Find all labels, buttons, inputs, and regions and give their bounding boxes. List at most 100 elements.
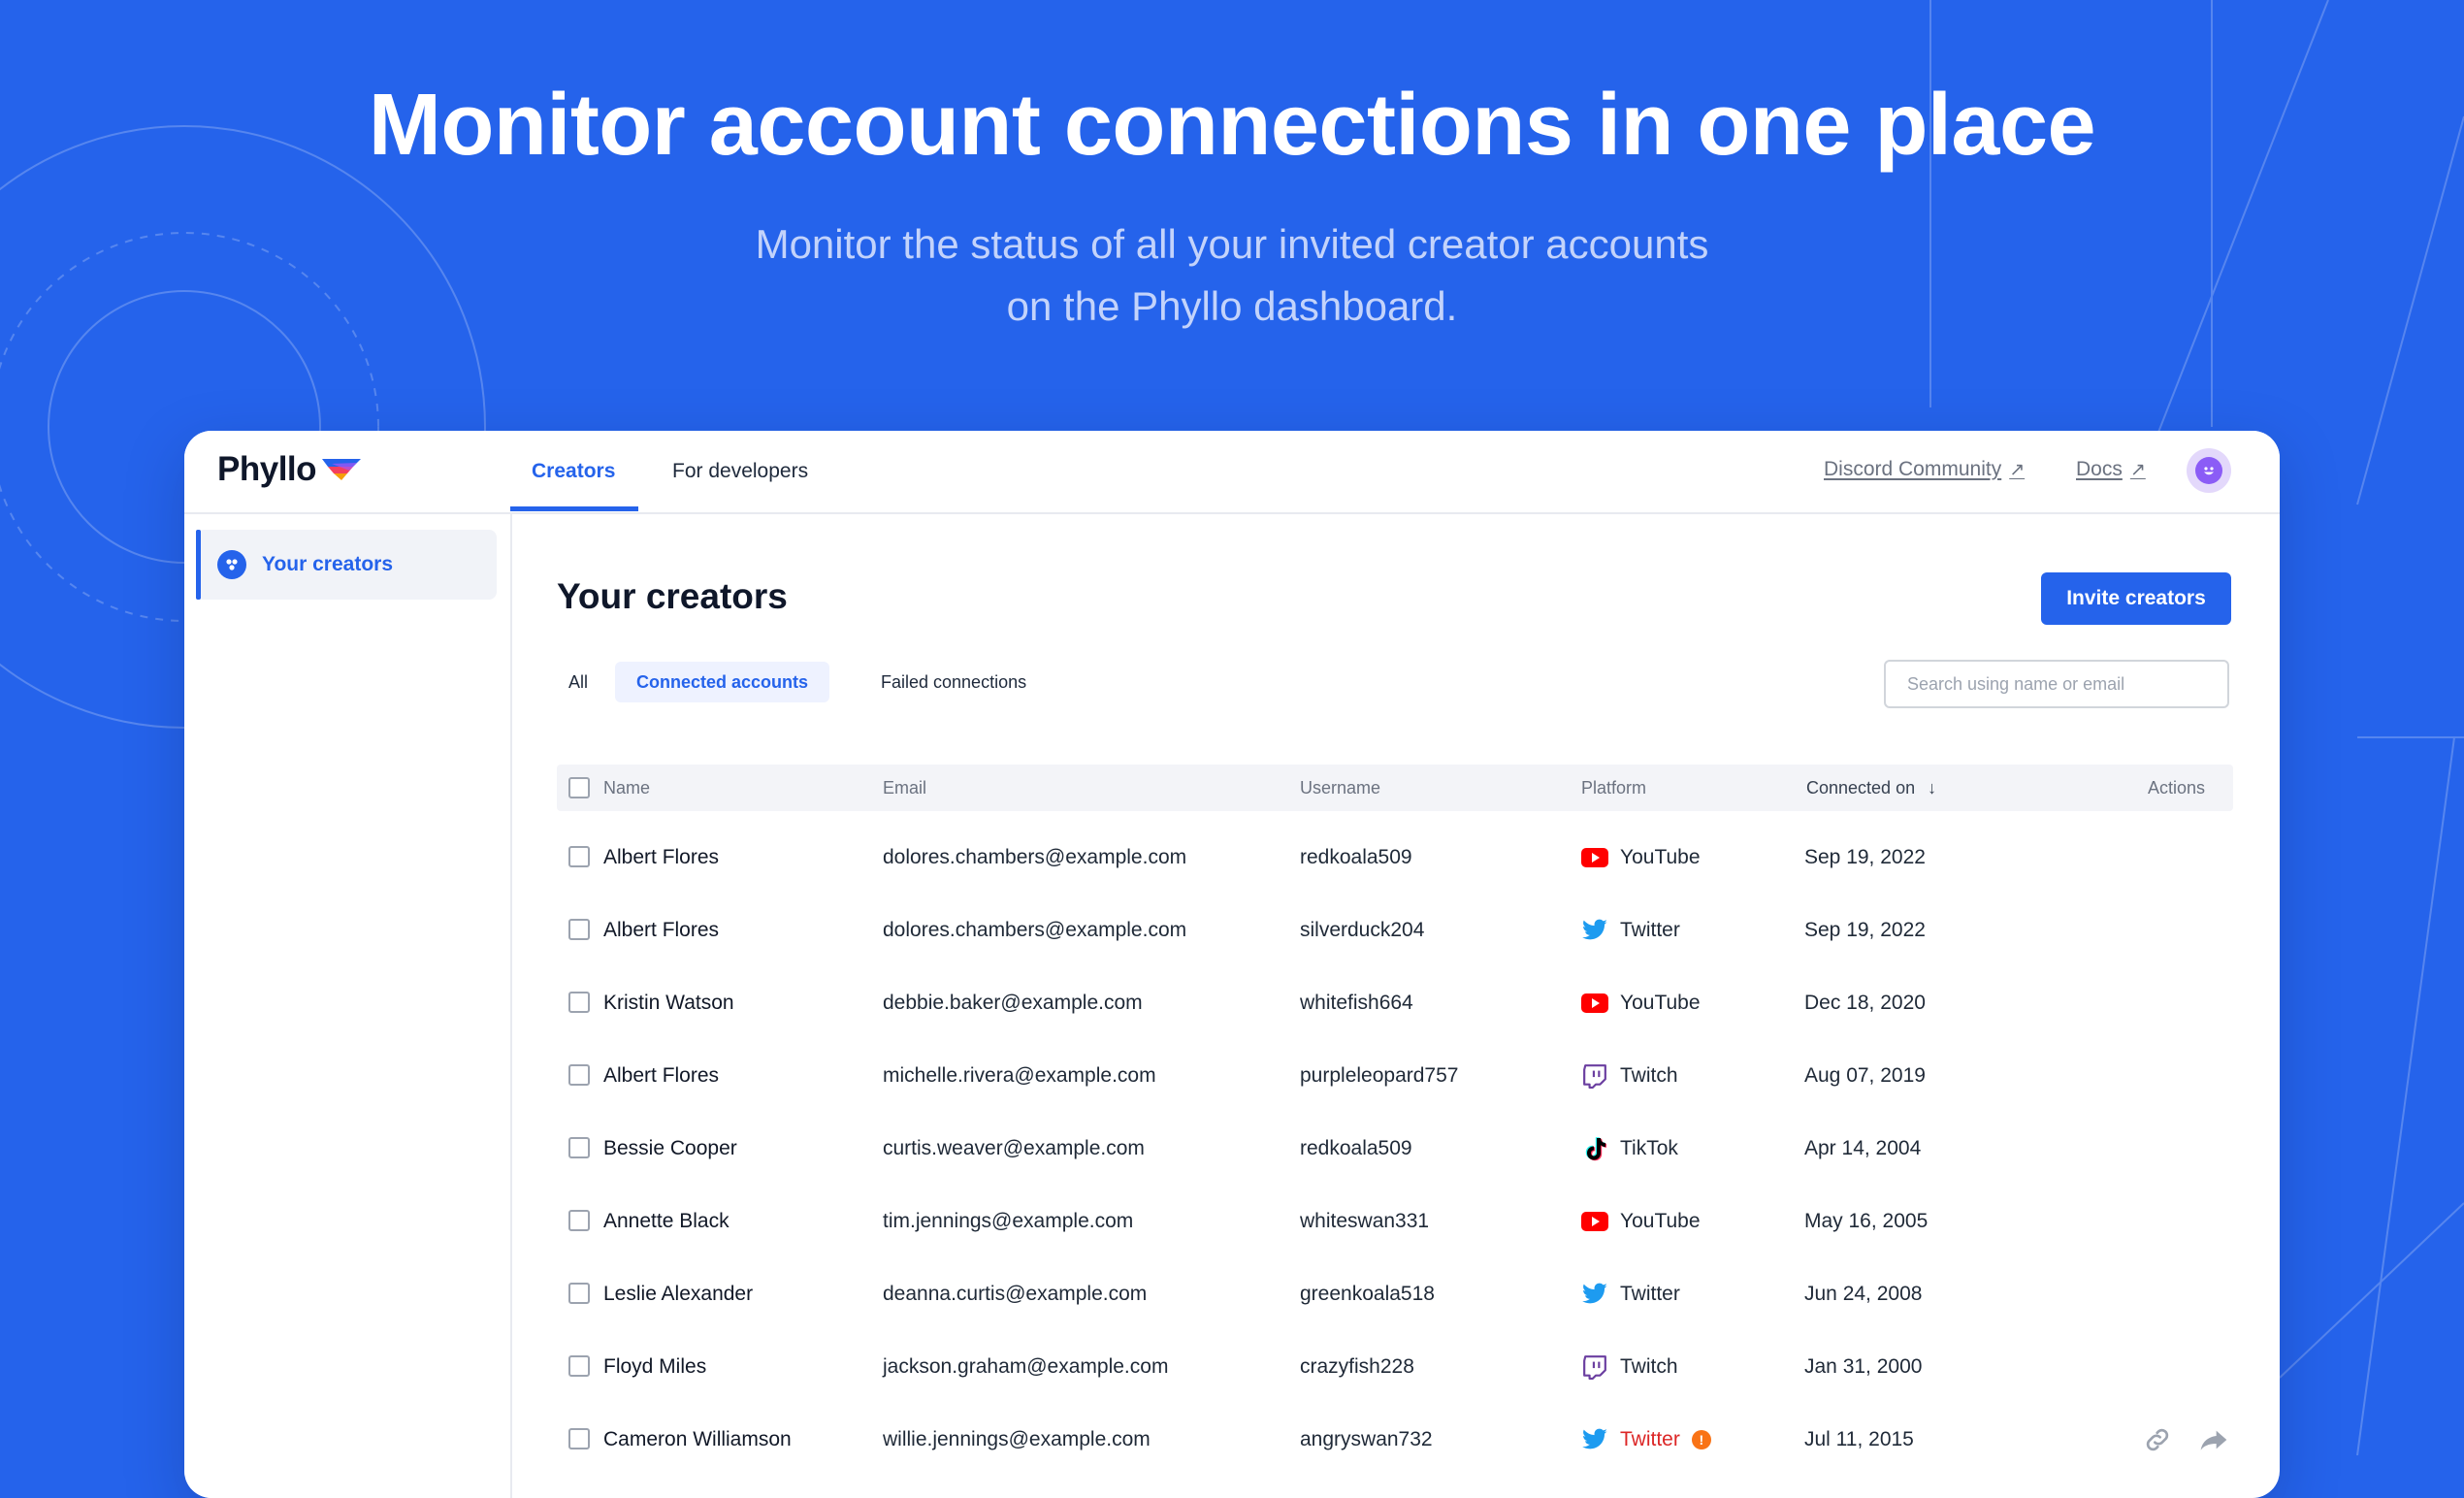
creator-email: debbie.baker@example.com [883, 992, 1143, 1014]
table-row[interactable]: Annette Black tim.jennings@example.com whi… [557, 1185, 2233, 1257]
platform-name: YouTube [1620, 1210, 1701, 1232]
column-header-actions: Actions [2148, 778, 2206, 798]
creator-username: whiteswan331 [1300, 1210, 1430, 1232]
creator-platform: Twitch [1581, 1039, 1678, 1112]
twitter-bird-icon [1581, 1426, 1608, 1453]
row-checkbox[interactable] [568, 1210, 590, 1231]
creator-platform: Twitch [1581, 1330, 1678, 1403]
sidebar: Your creators [184, 514, 512, 1498]
tab-creators[interactable]: Creators [532, 431, 615, 512]
creator-platform: TikTok [1581, 1112, 1678, 1185]
twitter-bird-icon [1581, 1281, 1608, 1308]
table-row[interactable]: Albert Flores dolores.chambers@example.co… [557, 894, 2233, 966]
active-indicator [196, 530, 201, 600]
creator-username: redkoala509 [1300, 846, 1412, 868]
connected-on-date: Jan 31, 2000 [1804, 1355, 1923, 1378]
column-header-connected-on-label: Connected on [1806, 778, 1916, 798]
sidebar-item-your-creators[interactable]: Your creators [196, 530, 497, 600]
table-row[interactable]: Kristin Watson debbie.baker@example.com wh… [557, 966, 2233, 1039]
row-checkbox[interactable] [568, 1428, 590, 1449]
creator-username: greenkoala518 [1300, 1283, 1435, 1305]
main-content: Your creators Invite creators All Connec… [512, 514, 2280, 1498]
youtube-icon [1581, 990, 1608, 1017]
twitch-icon [1581, 1353, 1608, 1381]
creator-name: Floyd Miles [603, 1355, 707, 1378]
discord-community-link[interactable]: Discord Community ↗ [1824, 458, 2025, 481]
docs-link[interactable]: Docs ↗ [2076, 458, 2146, 481]
youtube-icon [1581, 1208, 1608, 1235]
share-arrow-icon[interactable] [2198, 1424, 2229, 1455]
dashboard-window: Phyllo Creators For developers Discord C… [184, 431, 2280, 1498]
creator-name: Annette Black [603, 1210, 729, 1232]
row-checkbox[interactable] [568, 1355, 590, 1377]
table-row[interactable]: Floyd Miles jackson.graham@example.com cra… [557, 1330, 2233, 1403]
select-all-checkbox[interactable] [568, 777, 590, 798]
row-checkbox[interactable] [568, 1137, 590, 1158]
invite-creators-button[interactable]: Invite creators [2041, 572, 2231, 625]
platform-name: Twitter [1620, 919, 1680, 941]
connected-on-date: Sep 19, 2022 [1804, 846, 1926, 868]
hero-title: Monitor account connections in one place [368, 77, 2096, 174]
search-input[interactable] [1884, 660, 2229, 708]
creator-platform: YouTube [1581, 1185, 1701, 1257]
row-checkbox[interactable] [568, 1283, 590, 1304]
youtube-icon [1581, 844, 1608, 871]
logo-text: Phyllo [217, 450, 317, 488]
user-avatar[interactable] [2187, 448, 2231, 493]
creator-name: Cameron Williamson [603, 1428, 792, 1450]
connected-on-date: May 16, 2005 [1804, 1210, 1929, 1232]
creator-platform: Twitter! [1581, 1403, 1711, 1476]
filter-tab-connected-accounts[interactable]: Connected accounts [615, 662, 830, 702]
table-row[interactable]: Bessie Cooper curtis.weaver@example.com re… [557, 1112, 2233, 1185]
creator-name: Albert Flores [603, 846, 720, 868]
warning-icon[interactable]: ! [1691, 1429, 1711, 1449]
platform-name: YouTube [1620, 846, 1701, 868]
twitch-icon [1581, 1062, 1608, 1090]
table-row[interactable]: Albert Flores dolores.chambers@example.co… [557, 821, 2233, 894]
creator-email: michelle.rivera@example.com [883, 1064, 1156, 1087]
creator-username: silverduck204 [1300, 919, 1425, 941]
table-row[interactable]: Leslie Alexander deanna.curtis@example.co… [557, 1257, 2233, 1330]
platform-name: Twitter [1620, 1428, 1680, 1450]
filter-tab-all[interactable]: All [547, 662, 609, 702]
table-row[interactable]: Cameron Williamson willie.jennings@exampl… [557, 1403, 2233, 1476]
connected-on-date: Aug 07, 2019 [1804, 1064, 1926, 1087]
creator-username: redkoala509 [1300, 1137, 1412, 1159]
creator-email: dolores.chambers@example.com [883, 919, 1187, 941]
filter-tab-failed-connections[interactable]: Failed connections [859, 662, 1048, 702]
creator-username: purpleleopard757 [1300, 1064, 1459, 1087]
sort-descending-icon: ↓ [1928, 778, 1937, 798]
hero-subtitle: Monitor the status of all your invited c… [755, 221, 1709, 329]
row-checkbox[interactable] [568, 1064, 590, 1086]
row-checkbox[interactable] [568, 846, 590, 867]
table-header: Name Email Username Platform Connected o… [557, 765, 2233, 811]
column-header-username[interactable]: Username [1300, 765, 1380, 811]
logo[interactable]: Phyllo [217, 450, 363, 489]
row-checkbox[interactable] [568, 992, 590, 1013]
row-checkbox[interactable] [568, 919, 590, 940]
connected-on-date: Sep 19, 2022 [1804, 919, 1926, 941]
connected-on-date: Apr 14, 2004 [1804, 1137, 1922, 1159]
column-header-name[interactable]: Name [603, 765, 650, 811]
platform-name: TikTok [1620, 1137, 1678, 1159]
creator-email: jackson.graham@example.com [883, 1355, 1169, 1378]
creator-email: dolores.chambers@example.com [883, 846, 1187, 868]
tab-for-developers[interactable]: For developers [672, 431, 808, 512]
column-header-platform[interactable]: Platform [1581, 765, 1646, 811]
creator-name: Kristin Watson [603, 992, 734, 1014]
creator-name: Albert Flores [603, 919, 720, 941]
creator-username: angryswan732 [1300, 1428, 1433, 1450]
platform-name: Twitch [1620, 1064, 1678, 1087]
creator-email: willie.jennings@example.com [883, 1428, 1151, 1450]
creator-username: crazyfish228 [1300, 1355, 1414, 1378]
creator-email: tim.jennings@example.com [883, 1210, 1134, 1232]
column-header-connected-on[interactable]: Connected on ↓ [1806, 765, 1936, 811]
creator-platform: YouTube [1581, 966, 1701, 1039]
page-title: Your creators [557, 576, 788, 616]
column-header-email[interactable]: Email [883, 765, 926, 811]
link-icon[interactable] [2142, 1424, 2173, 1455]
creator-name: Albert Flores [603, 1064, 720, 1087]
creator-name: Bessie Cooper [603, 1137, 737, 1159]
discord-community-label: Discord Community [1824, 458, 2002, 480]
table-row[interactable]: Albert Flores michelle.rivera@example.com… [557, 1039, 2233, 1112]
